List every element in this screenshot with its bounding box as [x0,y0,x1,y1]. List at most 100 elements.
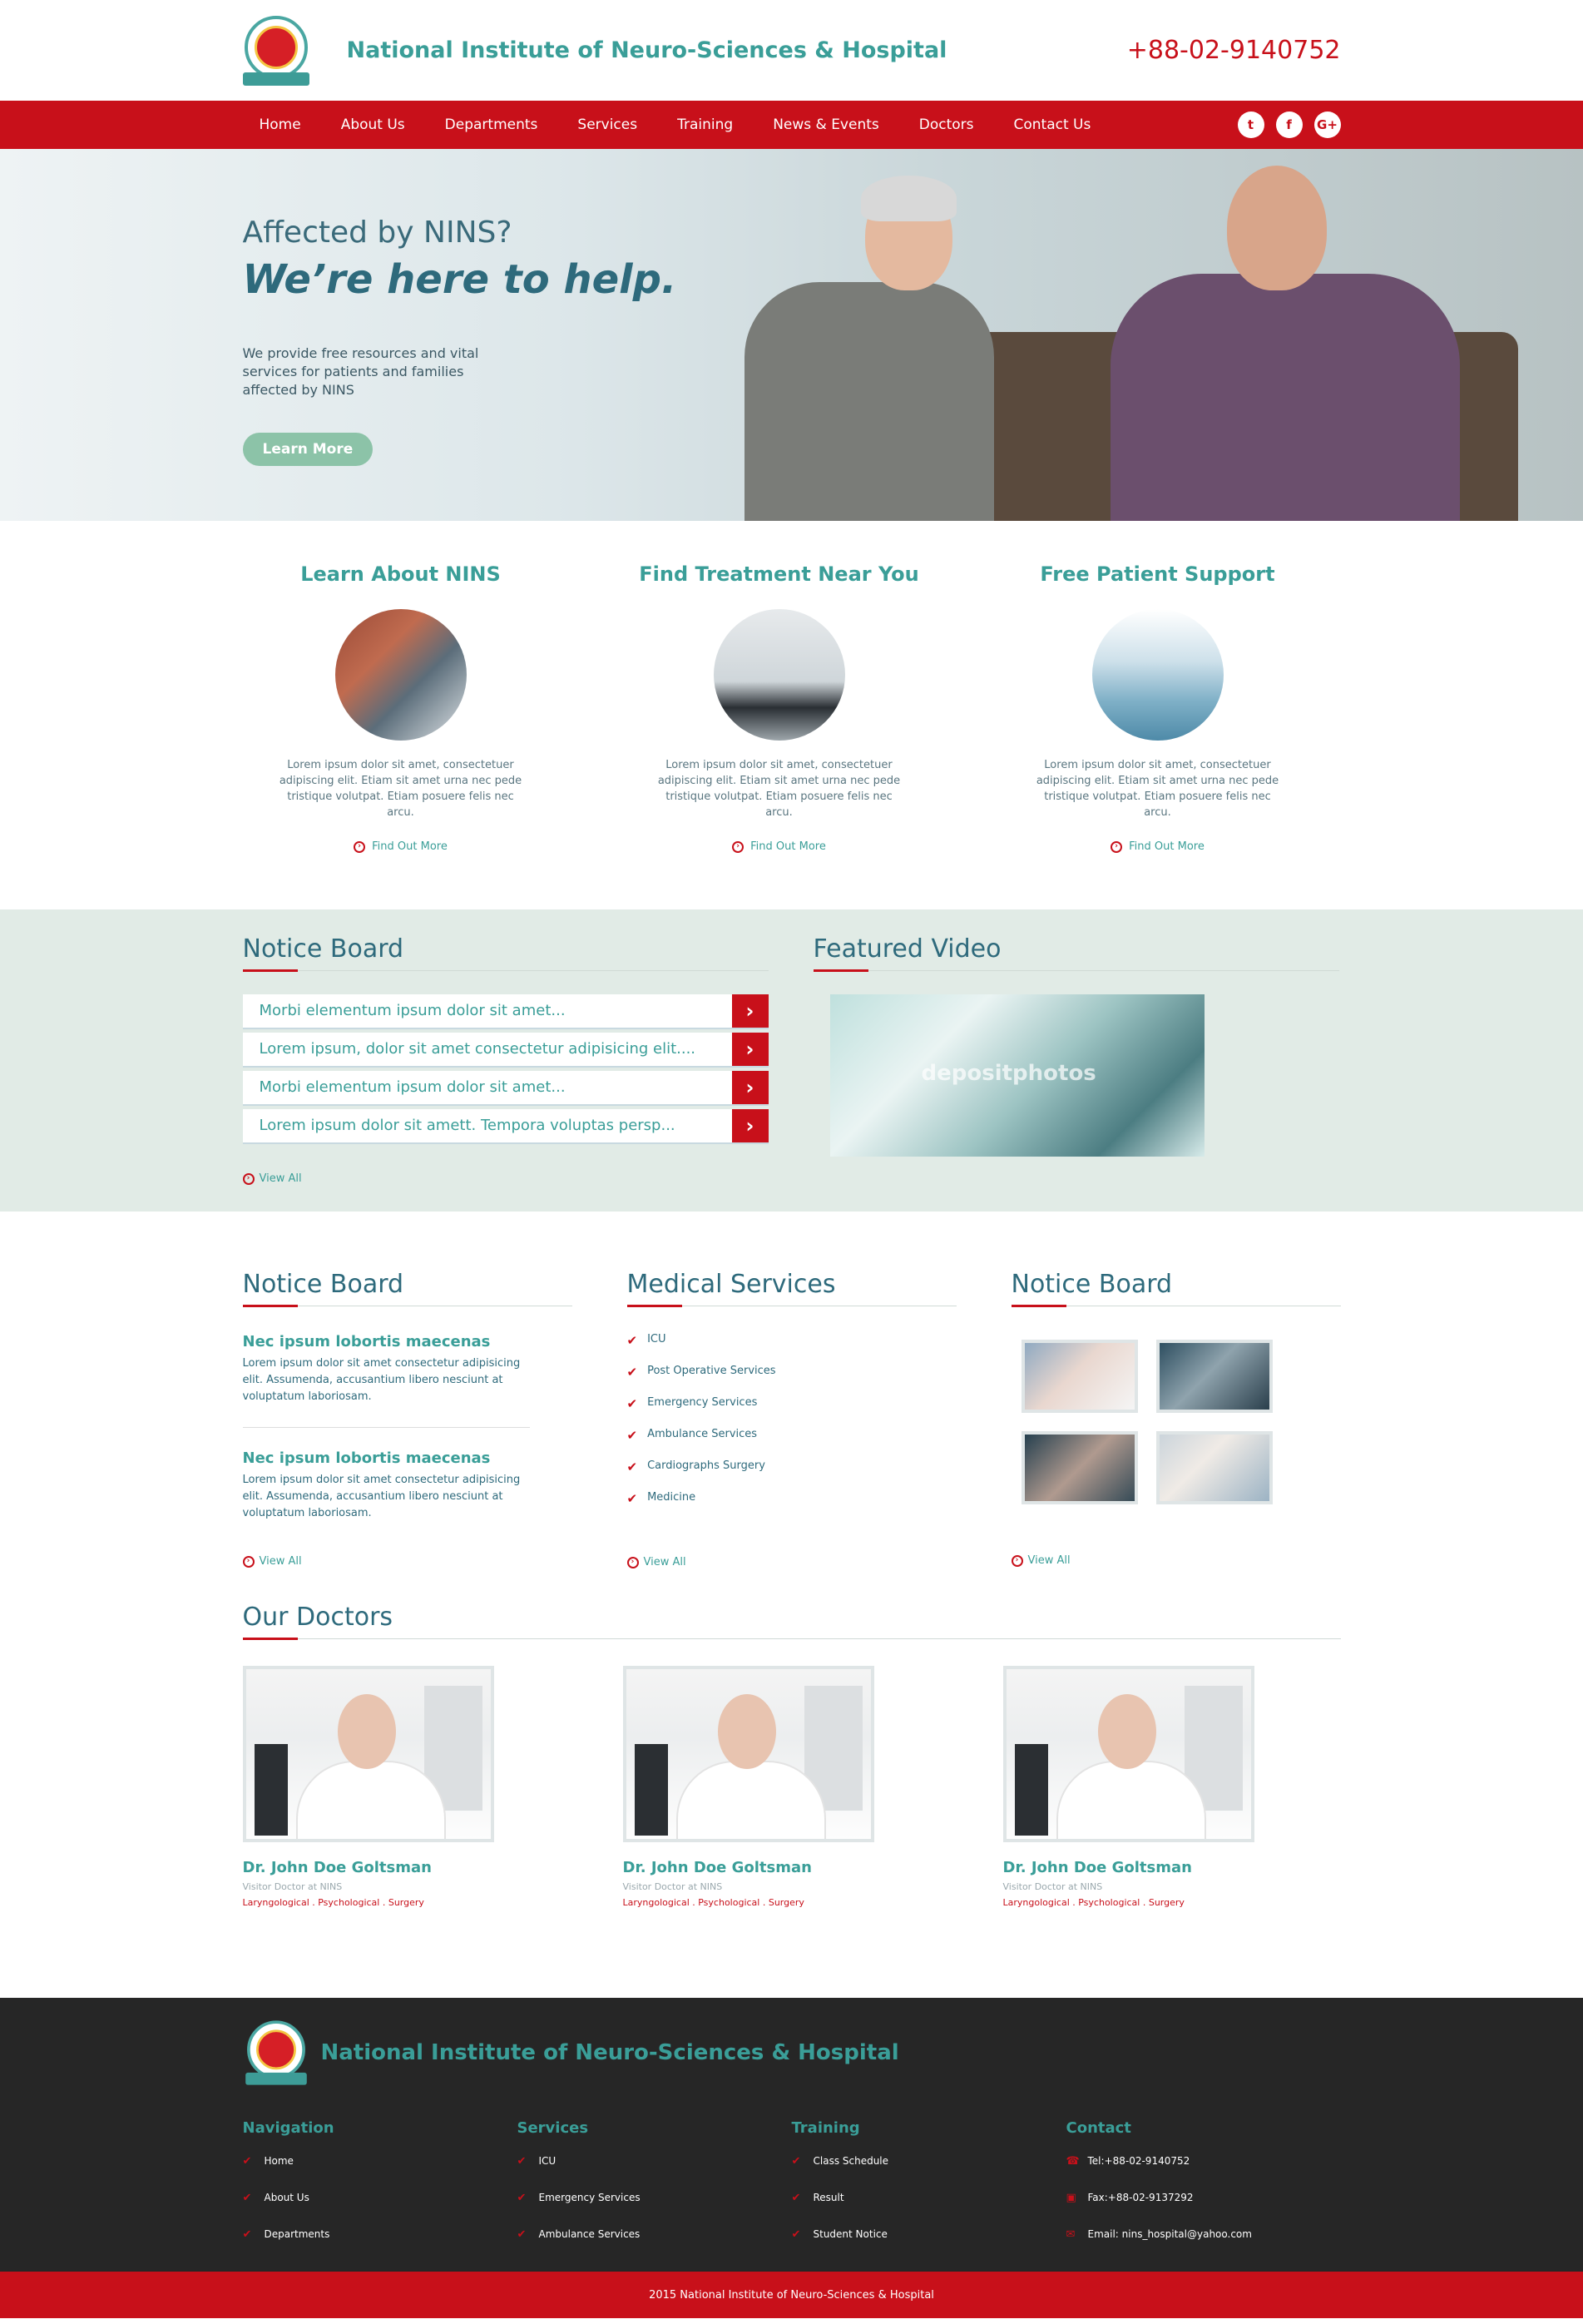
nav-item-about-us[interactable]: About Us [341,116,405,133]
footer-link[interactable]: ✔ Departments [243,2228,517,2265]
footer-contact-item[interactable]: ☎ Tel:+88-02-9140752 [1066,2155,1341,2192]
footer-link[interactable]: ✔ Class Schedule [792,2155,1066,2192]
doctor-name[interactable]: Dr. John Doe Goltsman [623,1859,981,1876]
notice-item[interactable]: Morbi elementum ipsum dolor sit amet... … [242,1071,769,1106]
gallery-thumbnail[interactable] [1155,1340,1273,1413]
link-label: View All [643,1556,686,1568]
doctor-card[interactable]: Dr. John Doe Goltsman Visitor Doctor at … [622,1666,981,1908]
arrow-circle-icon: › [354,840,366,853]
check-icon: ✔ [791,2228,801,2241]
service-item[interactable]: ✔ Cardiographs Surgery [627,1459,957,1491]
doctor-card[interactable]: Dr. John Doe Goltsman Visitor Doctor at … [242,1666,601,1908]
link-label: Find Out More [1129,840,1205,853]
gallery-thumbnail[interactable] [1021,1340,1138,1413]
chevron-right-icon[interactable]: › [731,994,769,1028]
nav-menu: Home About Us Departments Services Train… [260,116,1131,133]
service-label: Ambulance Services [647,1428,758,1440]
nav-item-doctors[interactable]: Doctors [919,116,974,133]
logo-emblem [255,2029,296,2070]
section-title: Notice Board [242,1270,572,1307]
check-icon: ✔ [517,2192,527,2204]
view-all-link[interactable]: › View All [626,1556,686,1568]
service-item[interactable]: ✔ ICU [627,1333,957,1365]
feature-find-treatment: Find Treatment Near You Lorem ipsum dolo… [630,562,929,853]
check-icon: ✔ [242,2228,252,2241]
footer-link[interactable]: ✔ Result [792,2192,1066,2228]
gallery-thumbnail[interactable] [1155,1431,1273,1504]
footer-link[interactable]: ✔ Emergency Services [517,2192,792,2228]
check-icon: ✔ [626,1333,638,1348]
chevron-right-icon[interactable]: › [731,1071,769,1104]
notice-item[interactable]: Morbi elementum ipsum dolor sit amet... … [242,994,769,1029]
nav-item-news-events[interactable]: News & Events [773,116,879,133]
view-all-link[interactable]: › View All [1011,1554,1071,1567]
nav-item-services[interactable]: Services [577,116,637,133]
learn-more-button[interactable]: Learn More [242,433,373,466]
service-item[interactable]: ✔ Emergency Services [627,1396,957,1428]
doctor-name[interactable]: Dr. John Doe Goltsman [243,1859,601,1876]
notice-item[interactable]: Lorem ipsum dolor sit amett. Tempora vol… [242,1109,769,1144]
doctor-card[interactable]: Dr. John Doe Goltsman Visitor Doctor at … [1002,1666,1333,1908]
doctor-photo[interactable] [1002,1666,1254,1842]
photo-face [1097,1694,1156,1769]
footer-contact-item[interactable]: ✉ Email: nins_hospital@yahoo.com [1066,2228,1341,2265]
site-logo[interactable] [242,14,309,87]
find-out-more-link[interactable]: › Find Out More [1111,840,1205,853]
doctors-section: Our Doctors Dr. John Doe Goltsman Visito… [0,1603,1583,1998]
header-phone[interactable]: +88-02-9140752 [1127,36,1341,65]
footer-link[interactable]: ✔ Student Notice [792,2228,1066,2265]
nav-item-departments[interactable]: Departments [445,116,538,133]
footer-link-label: Class Schedule [813,2155,889,2167]
footer-link[interactable]: ✔ Home [243,2155,517,2192]
view-all-link[interactable]: › View All [242,1555,302,1568]
photo-coat [295,1761,446,1839]
chevron-right-icon[interactable]: › [731,1109,769,1142]
nav-item-contact-us[interactable]: Contact Us [1014,116,1091,133]
view-all-link[interactable]: › View All [242,1172,302,1185]
footer-link-label: Ambulance Services [538,2228,641,2240]
notice-item[interactable]: Lorem ipsum, dolor sit amet consectetur … [242,1033,769,1068]
check-icon: ✔ [626,1396,638,1411]
footer-link-label: About Us [264,2192,309,2203]
footer-columns: Navigation ✔ Home ✔ About Us ✔ Departments … [243,2119,1341,2265]
doctor-photo[interactable] [622,1666,874,1842]
find-out-more-link[interactable]: › Find Out More [354,840,448,853]
contact-label: Fax:+88-02-9137292 [1087,2192,1194,2203]
service-item[interactable]: ✔ Ambulance Services [627,1428,957,1459]
footer-contact-item[interactable]: ▣ Fax:+88-02-9137292 [1066,2192,1341,2228]
notice-board: Notice Board Morbi elementum ipsum dolor… [242,934,769,1185]
twitter-icon[interactable]: t [1237,111,1264,138]
footer-heading: Contact [1066,2119,1131,2137]
footer-link[interactable]: ✔ ICU [517,2155,792,2192]
section-title: Our Doctors [242,1603,1341,1640]
doctor-name[interactable]: Dr. John Doe Goltsman [1003,1859,1333,1876]
chevron-right-icon[interactable]: › [731,1033,769,1066]
post-title[interactable]: Nec ipsum lobortis maecenas [243,1333,530,1350]
nav-item-training[interactable]: Training [677,116,733,133]
doctor-photo[interactable] [242,1666,494,1842]
find-out-more-link[interactable]: › Find Out More [732,840,826,853]
photo-background [1014,1744,1048,1836]
arrow-circle-icon: › [732,840,745,853]
logo-emblem [254,25,298,69]
gallery-thumbnail[interactable] [1021,1431,1138,1504]
feature-image-building [334,609,467,741]
service-label: Medicine [647,1491,696,1504]
arrow-circle-icon: › [626,1556,639,1568]
site-title[interactable]: National Institute of Neuro-Sciences & H… [347,37,947,63]
doctor-role: Visitor Doctor at NINS [622,1881,723,1892]
google-plus-icon[interactable]: G+ [1313,111,1341,138]
footer-logo[interactable] [245,2019,307,2087]
facebook-icon[interactable]: f [1275,111,1303,138]
news-post: Nec ipsum lobortis maecenas Lorem ipsum … [243,1449,530,1544]
service-item[interactable]: ✔ Medicine [627,1491,957,1523]
check-icon: ✔ [626,1459,638,1474]
nav-item-home[interactable]: Home [260,116,301,133]
arrow-circle-icon: › [1111,840,1123,853]
footer-link[interactable]: ✔ About Us [243,2192,517,2228]
post-title[interactable]: Nec ipsum lobortis maecenas [243,1449,530,1467]
service-item[interactable]: ✔ Post Operative Services [627,1365,957,1396]
footer-link[interactable]: ✔ Ambulance Services [517,2228,792,2265]
check-icon: ✔ [517,2155,527,2168]
video-thumbnail[interactable]: depositphotos [829,994,1205,1157]
